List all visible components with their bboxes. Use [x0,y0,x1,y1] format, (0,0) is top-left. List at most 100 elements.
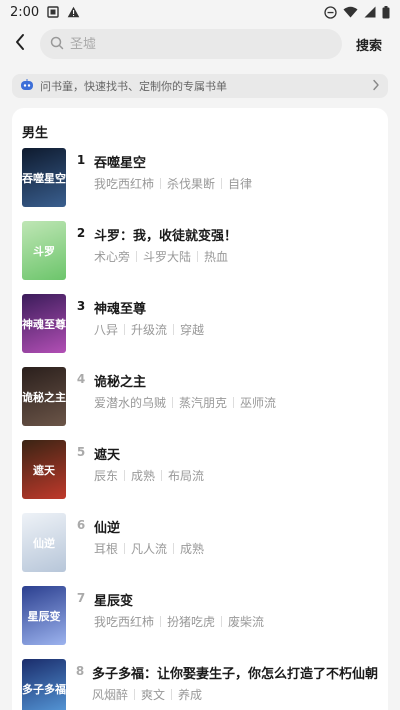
book-tag[interactable]: 成熟 [131,467,155,484]
book-rank: 2 [76,226,86,240]
book-tags: 八异 升级流 穿越 [94,321,204,338]
book-title[interactable]: 遮天 [94,444,204,463]
book-info: 星辰变我吃西红柿 扮猪吃虎 废柴流 [94,586,264,630]
book-tags: 耳根 凡人流 成熟 [94,540,204,557]
book-tag[interactable]: 蒸汽朋克 [179,394,227,411]
book-tag[interactable]: 自律 [228,175,252,192]
cover-title: 诡秘之主 [22,391,66,404]
banner-text: 问书童，快速找书、定制你的专属书单 [40,80,227,93]
book-tag[interactable]: 成熟 [180,540,204,557]
book-tag[interactable]: 风烟醉 [92,686,128,703]
book-item[interactable]: 吞噬星空 1 吞噬星空 我吃西红柿 杀伐果断 自律 [22,148,378,221]
cover-title: 多子多福 [22,683,66,696]
book-tag[interactable]: 斗罗大陆 [143,248,191,265]
cover-title: 神魂至尊 [22,318,66,331]
book-item[interactable]: 遮天 5 遮天 辰东 成熟 布局流 [22,440,378,513]
book-title[interactable]: 吞噬星空 [94,152,252,171]
book-tag[interactable]: 辰东 [94,467,118,484]
tag-divider [197,251,199,262]
cover-title: 遮天 [33,464,55,477]
status-bar: 2:00 [0,0,400,24]
book-cover[interactable]: 多子多福 [22,659,66,710]
book-cover[interactable]: 星辰变 [22,586,66,645]
tag-divider [160,616,162,627]
book-cover[interactable]: 遮天 [22,440,66,499]
back-button[interactable] [0,28,40,60]
search-icon [50,35,64,54]
book-item[interactable]: 斗罗 2 斗罗：我，收徒就变强！ 术心旁 斗罗大陆 热血 [22,221,378,294]
book-tag[interactable]: 我吃西红柿 [94,175,154,192]
book-cover[interactable]: 神魂至尊 [22,294,66,353]
search-button[interactable]: 搜索 [356,35,382,54]
book-tag[interactable]: 布局流 [168,467,204,484]
book-info: 遮天辰东 成熟 布局流 [94,440,204,484]
book-info: 神魂至尊八异 升级流 穿越 [94,294,204,338]
book-tag[interactable]: 杀伐果断 [167,175,215,192]
search-box[interactable] [40,29,342,59]
tag-divider [173,324,175,335]
book-tag[interactable]: 爱潜水的乌贼 [94,394,166,411]
cover-title: 仙逆 [33,537,55,550]
book-tag[interactable]: 八异 [94,321,118,338]
book-tags: 术心旁 斗罗大陆 热血 [94,248,237,265]
book-tag[interactable]: 巫师流 [240,394,276,411]
tag-divider [161,470,163,481]
chevron-left-icon [14,33,26,55]
tag-divider [124,470,126,481]
book-tag[interactable]: 热血 [204,248,228,265]
book-cover[interactable]: 仙逆 [22,513,66,572]
book-item[interactable]: 仙逆 6 仙逆 耳根 凡人流 成熟 [22,513,378,586]
robot-icon [20,78,34,94]
book-cover[interactable]: 斗罗 [22,221,66,280]
book-title[interactable]: 多子多福：让你娶妻生子，你怎么打造了不朽仙朝 [92,663,378,682]
book-item[interactable]: 诡秘之主 4 诡秘之主 爱潜水的乌贼 蒸汽朋克 巫师流 [22,367,378,440]
search-input[interactable] [70,36,310,52]
book-tag[interactable]: 养成 [178,686,202,703]
book-tag[interactable]: 穿越 [180,321,204,338]
book-rank: 8 [75,664,85,678]
cover-title: 斗罗 [33,245,55,258]
book-item[interactable]: 多子多福 8 多子多福：让你娶妻生子，你怎么打造了不朽仙朝 风烟醉 爽文 养成 [22,659,378,710]
battery-icon [382,5,390,19]
book-item[interactable]: 星辰变 7 星辰变 我吃西红柿 扮猪吃虎 废柴流 [22,586,378,659]
book-title[interactable]: 神魂至尊 [94,298,204,317]
warning-icon [67,6,80,18]
cover-title: 吞噬星空 [22,172,66,185]
book-info: 吞噬星空我吃西红柿 杀伐果断 自律 [94,148,252,192]
tag-divider [172,397,174,408]
book-tags: 我吃西红柿 扮猪吃虎 废柴流 [94,613,264,630]
book-list: 吞噬星空 1 吞噬星空 我吃西红柿 杀伐果断 自律 斗罗 2 斗罗：我，收徒就变强！ 术心旁 斗罗大… [22,148,378,710]
book-tag[interactable]: 爽文 [141,686,165,703]
book-tag[interactable]: 术心旁 [94,248,130,265]
book-info: 仙逆耳根 凡人流 成熟 [94,513,204,557]
tag-divider [124,543,126,554]
tag-divider [221,616,223,627]
tag-divider [160,178,162,189]
book-cover[interactable]: 诡秘之主 [22,367,66,426]
tag-divider [171,689,173,700]
status-time: 2:00 [10,4,40,20]
tag-divider [221,178,223,189]
tag-divider [173,543,175,554]
tag-divider [136,251,138,262]
book-title[interactable]: 星辰变 [94,590,264,609]
tag-divider [124,324,126,335]
tag-divider [233,397,235,408]
book-title[interactable]: 斗罗：我，收徒就变强！ [94,225,237,244]
book-tag[interactable]: 扮猪吃虎 [167,613,215,630]
dnd-icon [324,5,337,19]
book-rank: 3 [76,299,86,313]
book-cover[interactable]: 吞噬星空 [22,148,66,207]
book-title[interactable]: 仙逆 [94,517,204,536]
book-tag[interactable]: 我吃西红柿 [94,613,154,630]
book-tags: 爱潜水的乌贼 蒸汽朋克 巫师流 [94,394,276,411]
book-tag[interactable]: 废柴流 [228,613,264,630]
section-title: 男生 [22,126,49,141]
book-tag[interactable]: 耳根 [94,540,118,557]
book-tag[interactable]: 升级流 [131,321,167,338]
ranking-card: 男生 吞噬星空 1 吞噬星空 我吃西红柿 杀伐果断 自律 斗罗 2 斗罗：我，收徒就变强！ 术心旁… [12,108,388,710]
book-title[interactable]: 诡秘之主 [94,371,276,390]
book-item[interactable]: 神魂至尊 3 神魂至尊 八异 升级流 穿越 [22,294,378,367]
book-assistant-banner[interactable]: 问书童，快速找书、定制你的专属书单 [12,74,388,98]
book-tag[interactable]: 凡人流 [131,540,167,557]
